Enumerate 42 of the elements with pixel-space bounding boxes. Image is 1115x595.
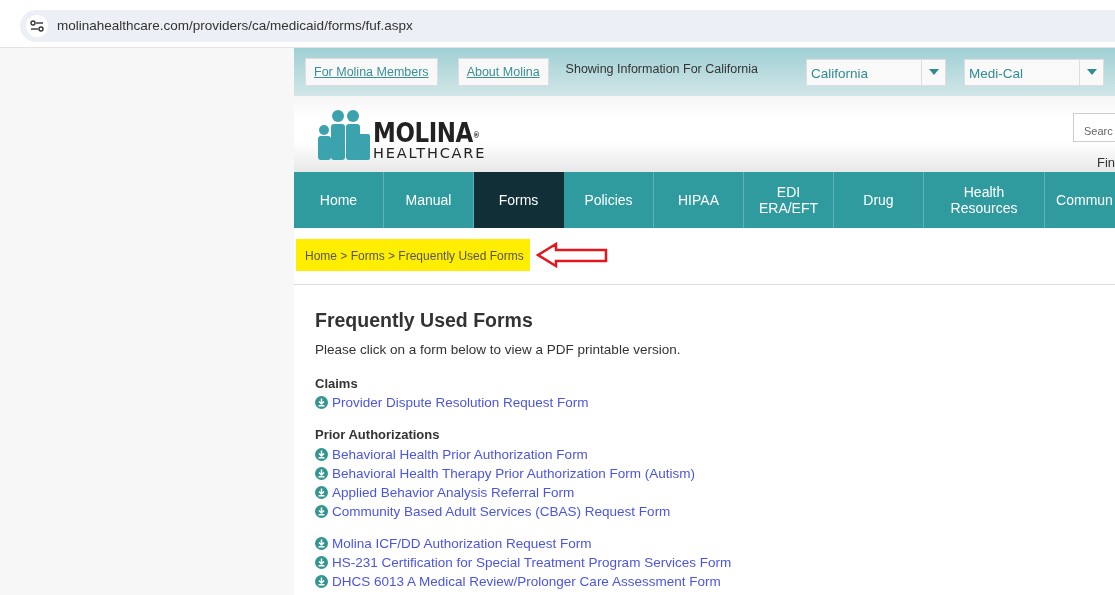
- top-link[interactable]: For Molina Members: [305, 57, 438, 87]
- people-logo-icon: [315, 110, 371, 160]
- form-link[interactable]: DHCS 6013 A Medical Review/Prolonger Care Assessment Form: [315, 571, 1094, 591]
- nav-tab[interactable]: Health Resources: [924, 172, 1045, 228]
- breadcrumb: Home > Forms > Frequently Used Forms: [296, 239, 530, 271]
- nav-tab[interactable]: Policies: [564, 172, 654, 228]
- intro-text: Please click on a form below to view a PDF printable version.: [315, 341, 682, 360]
- download-icon: [315, 447, 328, 461]
- form-link[interactable]: Molina ICF/DD Authorization Request Form: [315, 533, 1094, 553]
- nav-tab[interactable]: HIPAA: [654, 172, 744, 228]
- region-info-text: Showing Information For California: [565, 60, 759, 78]
- header-link[interactable]: Fin: [1096, 153, 1115, 173]
- nav-tab[interactable]: Drug: [834, 172, 924, 228]
- form-link[interactable]: HS-231 Certification for Special Treatment Program Services Form: [315, 552, 1094, 572]
- form-link[interactable]: Provider Dispute Resolution Request Form: [315, 393, 1094, 413]
- caret-icon: [1086, 69, 1097, 75]
- logo-wordmark: MOLINA$^{®}$: [373, 118, 480, 146]
- section-heading: Claims: [315, 374, 359, 393]
- download-icon: [315, 536, 328, 550]
- nav-tab[interactable]: Home: [294, 172, 384, 228]
- dropdown-select[interactable]: Medi-Cal: [964, 58, 1105, 86]
- page-title: Frequently Used Forms: [315, 309, 534, 333]
- download-icon: [315, 504, 328, 518]
- download-icon: [315, 466, 328, 480]
- form-link[interactable]: Applied Behavior Analysis Referral Form: [315, 482, 1094, 502]
- search-field[interactable]: Searc: [1073, 113, 1115, 142]
- form-link[interactable]: Behavioral Health Prior Authorization Form: [315, 444, 1094, 464]
- nav-tab[interactable]: Forms: [474, 172, 564, 228]
- caret-icon: [928, 69, 939, 75]
- nav-tab[interactable]: Commun: [1045, 172, 1115, 228]
- download-icon: [315, 574, 328, 588]
- top-link[interactable]: About Molina: [457, 57, 549, 87]
- logo-tagline: HEALTHCARE: [373, 145, 488, 160]
- download-icon: [315, 555, 328, 569]
- form-link[interactable]: Behavioral Health Therapy Prior Authorization Form (Autism): [315, 463, 1094, 483]
- dropdown-select[interactable]: California: [806, 58, 947, 86]
- form-link[interactable]: Community Based Adult Services (CBAS) Request Form: [315, 501, 1094, 521]
- nav-tab[interactable]: EDI ERA/EFT: [744, 172, 834, 228]
- download-icon: [315, 485, 328, 499]
- section-heading: Prior Authorizations: [315, 426, 441, 445]
- download-icon: [315, 396, 328, 410]
- site-settings-icon[interactable]: [26, 15, 48, 37]
